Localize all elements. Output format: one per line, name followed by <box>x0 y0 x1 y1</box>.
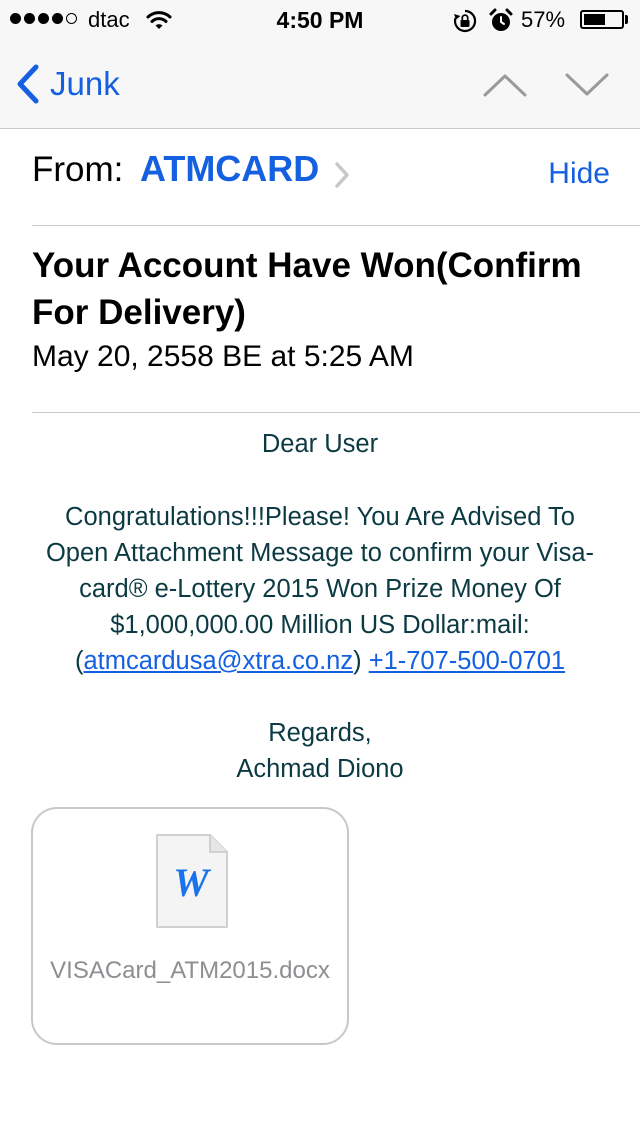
contact-line: (atmcardusa@xtra.co.nz) +1-707-500-0701 <box>74 647 566 675</box>
from-row: From: ATMCARD Hide <box>32 148 610 200</box>
word-letter: W <box>173 860 211 905</box>
battery-terminal <box>625 15 628 24</box>
battery-level-fill <box>584 14 605 25</box>
hide-details-button[interactable]: Hide <box>548 157 610 191</box>
alarm-icon <box>489 8 513 31</box>
navigation-bar: Junk <box>0 40 640 129</box>
attachment-filename: VISACard_ATM2015.docx <box>50 957 330 984</box>
battery-percentage: 57% <box>521 7 566 32</box>
previous-message-icon[interactable] <box>482 72 528 98</box>
back-button[interactable]: Junk <box>14 62 120 106</box>
rotation-lock-icon <box>453 9 477 33</box>
back-chevron-icon <box>17 64 39 104</box>
attachment-tile[interactable]: W VISACard_ATM2015.docx <box>31 807 349 1045</box>
back-button-label: Junk <box>50 65 120 102</box>
word-document-icon: W <box>156 834 228 928</box>
signature-name: Achmad Diono <box>236 755 404 783</box>
message-text: Congratulations!!!Please! You Are Advise… <box>45 503 595 639</box>
chevron-right-icon[interactable] <box>334 161 350 189</box>
email-link[interactable]: atmcardusa@xtra.co.nz <box>83 647 353 675</box>
message-subject: Your Account Have Won(Confirm For Delive… <box>32 246 582 332</box>
from-label: From: <box>32 150 124 189</box>
regards-text: Regards, <box>268 719 372 747</box>
header-divider <box>32 225 640 226</box>
sender-name[interactable]: ATMCARD <box>140 148 319 190</box>
status-bar: dtac 4:50 PM 57% <box>0 0 640 40</box>
greeting: Dear User <box>261 430 379 458</box>
next-message-icon[interactable] <box>564 72 610 98</box>
sign-off: Regards, Achmad Diono <box>0 715 640 787</box>
message-body: Congratulations!!!Please! You Are Advise… <box>0 499 640 679</box>
message-date: May 20, 2558 BE at 5:25 AM <box>32 340 414 373</box>
body-divider <box>32 412 640 413</box>
battery-icon <box>580 10 624 29</box>
phone-link[interactable]: +1-707-500-0701 <box>369 647 565 675</box>
